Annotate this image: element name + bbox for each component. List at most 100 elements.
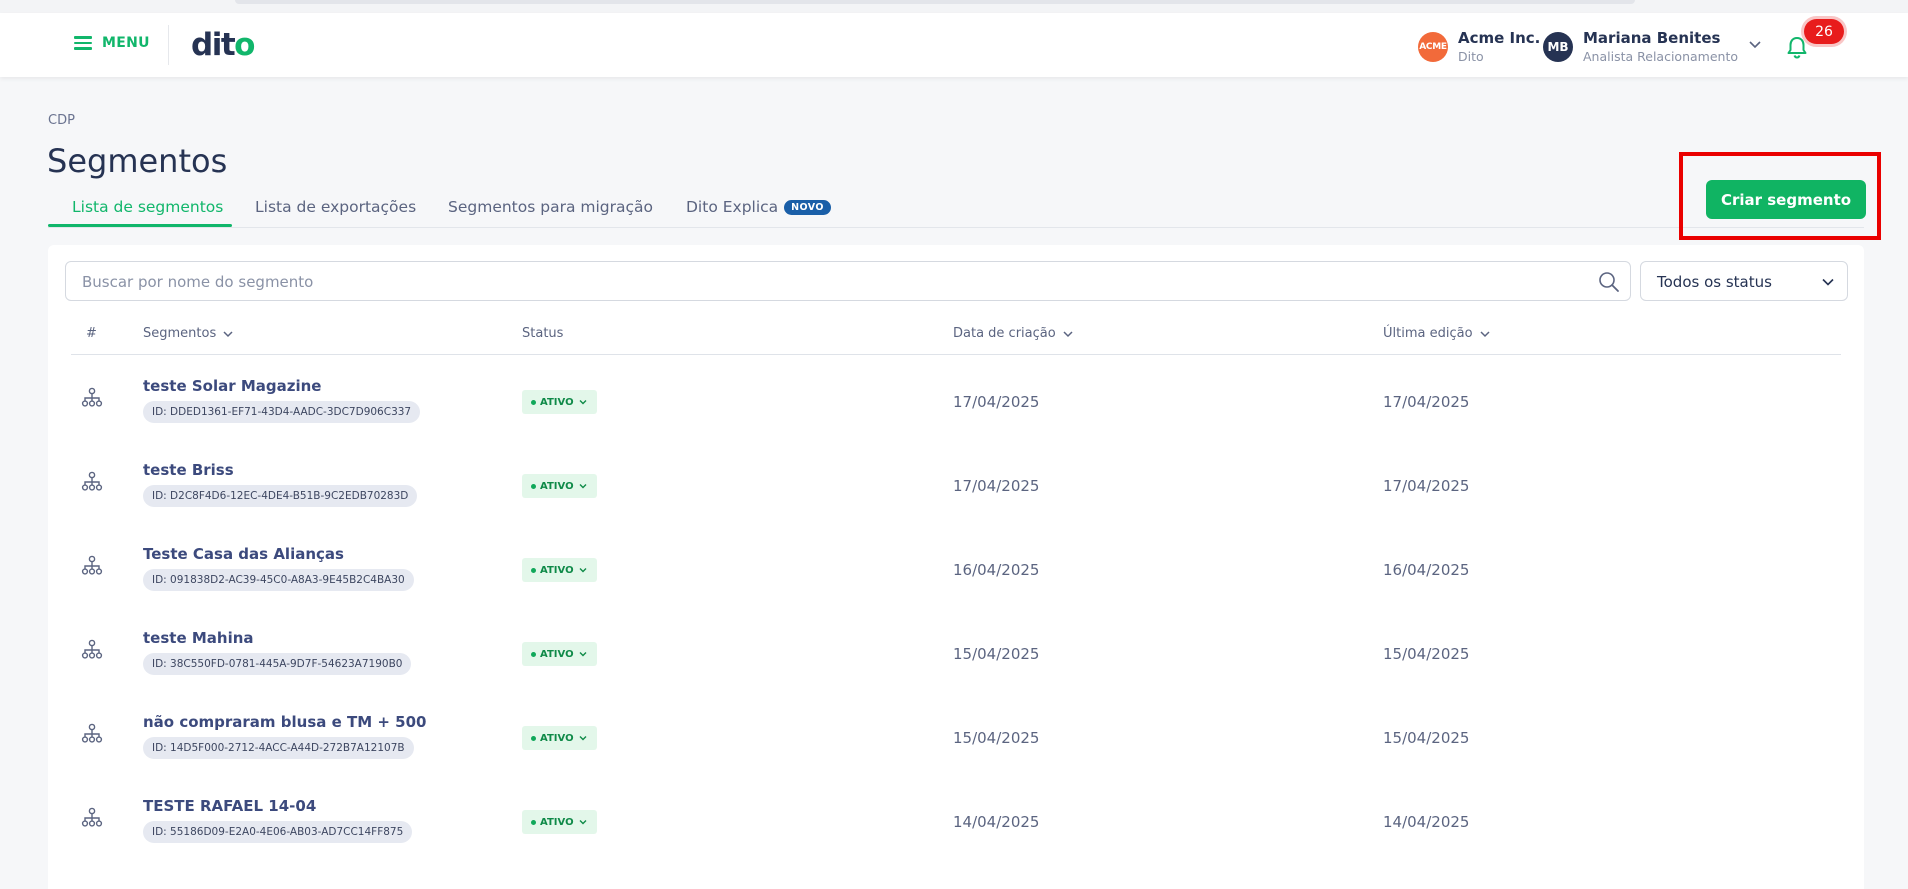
status-dot [531,735,536,741]
segment-name[interactable]: teste Mahina [143,629,254,647]
browser-address-bar [235,0,1635,4]
column-ultima-edicao[interactable]: Última edição [1383,326,1491,341]
chevron-down-icon [579,568,587,573]
user-name: Mariana Benites [1583,29,1721,47]
segment-icon [81,639,103,659]
tab-lista-de-exportacoes[interactable]: Lista de exportações [255,198,416,216]
search-placeholder: Buscar por nome do segmento [82,273,314,291]
segment-id: ID: 55186D09-E2A0-4E06-AB03-AD7CC14FF875 [143,821,413,843]
created-date: 15/04/2025 [953,729,1040,747]
user-role: Analista Relacionamento [1583,49,1738,64]
user-menu[interactable]: MB Mariana Benites Analista Relacionamen… [1543,29,1761,64]
segment-icon [81,387,103,407]
tab-segmentos-para-migracao[interactable]: Segmentos para migração [448,198,653,216]
edited-date: 16/04/2025 [1383,561,1470,579]
status-text: ATIVO [540,732,574,744]
active-tab-indicator [48,224,232,227]
menu-label: MENU [102,35,150,51]
avatar: MB [1543,31,1573,62]
segment-name[interactable]: teste Solar Magazine [143,377,321,395]
status-badge[interactable]: ATIVO [522,726,597,750]
notification-badge[interactable]: 26 [1804,19,1844,44]
table-row[interactable]: teste Mahina ID: 38C550FD-0781-445A-9D7F… [71,609,1841,693]
segment-id: ID: 14D5F000-2712-4ACC-A44D-272B7A12107B [143,737,414,759]
dito-logo[interactable]: dito [191,27,255,63]
status-dot [531,399,536,405]
status-badge[interactable]: ATIVO [522,642,597,666]
browser-top-strip [0,0,1908,13]
created-date: 17/04/2025 [953,393,1040,411]
company-switcher[interactable]: ACME Acme Inc. Dito [1418,29,1540,64]
create-segment-button[interactable]: Criar segmento [1706,180,1866,219]
tab-dito-explica[interactable]: Dito Explica NOVO [686,198,831,216]
segment-id: ID: DDED1361-EF71-43D4-AADC-3DC7D906C337 [143,401,421,423]
table-row[interactable]: teste Solar Magazine ID: DDED1361-EF71-4… [71,357,1841,441]
segments-card: Buscar por nome do segmento Todos os sta… [48,245,1864,889]
status-filter-value: Todos os status [1657,273,1772,291]
segment-icon [81,471,103,491]
segment-name[interactable]: teste Briss [143,461,234,479]
segment-id: ID: 091838D2-AC39-45C0-A8A3-9E45B2C4BA30 [143,569,414,591]
segment-icon [81,807,103,827]
status-text: ATIVO [540,816,574,828]
chevron-down-icon [579,652,587,657]
status-dot [531,483,536,489]
column-status: Status [522,326,564,341]
status-badge[interactable]: ATIVO [522,810,597,834]
segment-id: ID: 38C550FD-0781-445A-9D7F-54623A7190B0 [143,653,412,675]
status-text: ATIVO [540,480,574,492]
created-date: 14/04/2025 [953,813,1040,831]
top-header: MENU dito ACME Acme Inc. Dito MB Mariana… [0,13,1908,77]
edited-date: 17/04/2025 [1383,393,1470,411]
segment-icon [81,723,103,743]
table-row[interactable]: não compraram blusa e TM + 500 ID: 14D5F… [71,693,1841,777]
edited-date: 15/04/2025 [1383,645,1470,663]
bell-icon[interactable] [1786,35,1808,59]
chevron-down-icon [579,736,587,741]
chevron-down-icon [1749,41,1761,49]
table-row[interactable]: teste Briss ID: D2C8F4D6-12EC-4DE4-B51B-… [71,441,1841,525]
edited-date: 14/04/2025 [1383,813,1470,831]
status-badge[interactable]: ATIVO [522,474,597,498]
created-date: 16/04/2025 [953,561,1040,579]
created-date: 17/04/2025 [953,477,1040,495]
menu-button[interactable]: MENU [74,35,150,51]
segment-name[interactable]: TESTE RAFAEL 14-04 [143,797,316,815]
status-text: ATIVO [540,396,574,408]
table-header: # Segmentos Status Data de criação Últim… [71,305,1841,355]
header-divider [168,25,169,65]
status-dot [531,819,536,825]
search-input[interactable]: Buscar por nome do segmento [65,261,1631,301]
page-title: Segmentos [47,142,228,180]
edited-date: 17/04/2025 [1383,477,1470,495]
chevron-down-icon [579,400,587,405]
status-text: ATIVO [540,648,574,660]
segment-id: ID: D2C8F4D6-12EC-4DE4-B51B-9C2EDB70283D [143,485,418,507]
chevron-down-icon [579,820,587,825]
status-text: ATIVO [540,564,574,576]
table-row[interactable]: TESTE RAFAEL 14-04 ID: 55186D09-E2A0-4E0… [71,777,1841,861]
segment-name[interactable]: não compraram blusa e TM + 500 [143,713,427,731]
company-logo: ACME [1418,31,1448,62]
column-data-criacao[interactable]: Data de criação [953,326,1074,341]
chevron-down-icon [579,484,587,489]
novo-badge: NOVO [784,200,831,215]
segment-name[interactable]: Teste Casa das Alianças [143,545,344,563]
column-segmentos[interactable]: Segmentos [143,326,234,341]
tabs: Lista de segmentos Lista de exportações … [48,190,1864,228]
status-dot [531,651,536,657]
status-badge[interactable]: ATIVO [522,390,597,414]
tab-lista-de-segmentos[interactable]: Lista de segmentos [72,198,223,216]
status-filter-select[interactable]: Todos os status [1640,261,1848,301]
table-row[interactable]: Teste Casa das Alianças ID: 091838D2-AC3… [71,525,1841,609]
hamburger-icon [74,36,92,50]
chevron-down-icon [1480,330,1490,337]
created-date: 15/04/2025 [953,645,1040,663]
search-icon[interactable] [1598,271,1620,293]
breadcrumb[interactable]: CDP [48,113,75,128]
column-index: # [86,326,97,341]
chevron-down-icon [1822,278,1834,286]
company-sub: Dito [1458,49,1484,64]
chevron-down-icon [223,330,233,337]
status-badge[interactable]: ATIVO [522,558,597,582]
